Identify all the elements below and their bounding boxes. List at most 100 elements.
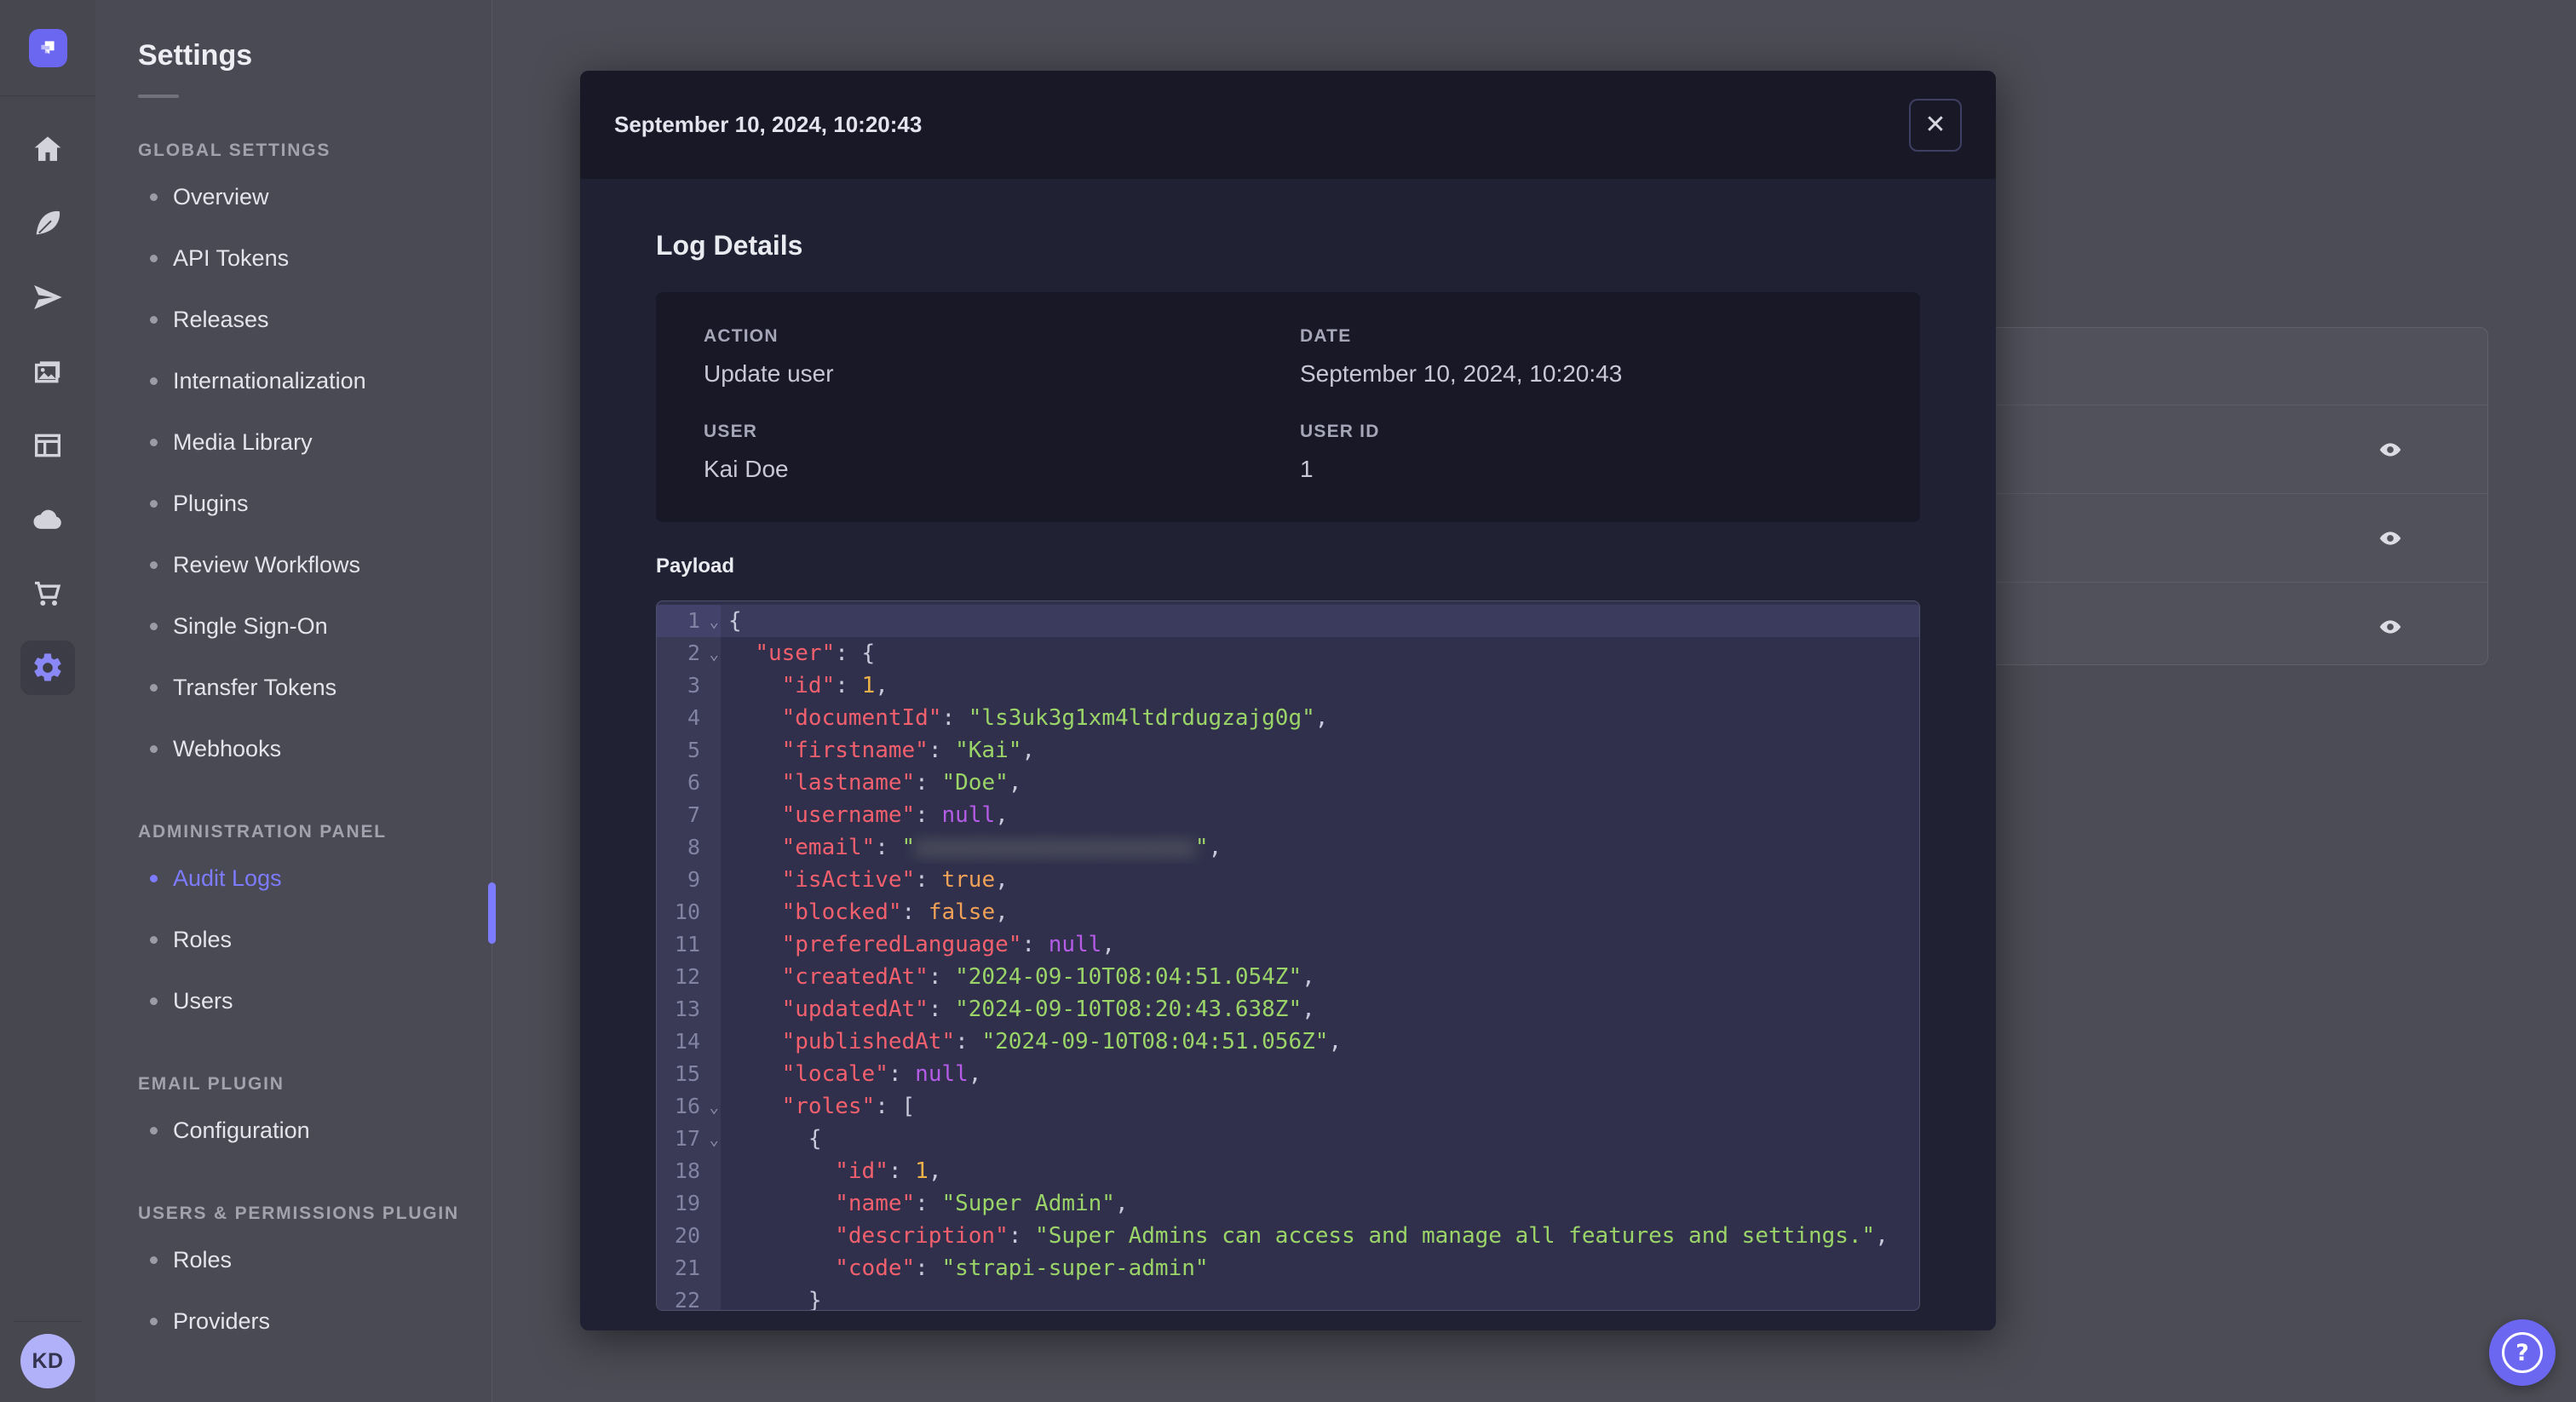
fold-chevron-icon[interactable]: ⌄ [710,638,719,670]
code-text: "description": "Super Admins can access … [835,1223,1889,1249]
code-line: 11 "preferedLanguage": null, [657,928,1919,961]
line-number: 21 [657,1252,721,1284]
sidebar-item-label: Configuration [173,1117,310,1143]
code-line: 21 "code": "strapi-super-admin" [657,1252,1919,1284]
rail-item-marketplace[interactable] [20,566,75,621]
bullet-icon [150,376,158,385]
sidebar-item-roles[interactable]: Roles [95,1229,492,1290]
sidebar-item-users[interactable]: Users [95,970,492,1031]
sidebar-item-label: Roles [173,926,233,952]
workspace-switcher[interactable] [0,0,95,96]
detail-cell: ACTION Update user [704,326,1300,388]
detail-cell: DATE September 10, 2024, 10:20:43 [1300,326,1920,388]
sidebar-item-label: Users [173,987,233,1014]
sidebar-item-review-workflows[interactable]: Review Workflows [95,534,492,595]
rail-item-settings[interactable] [20,641,75,695]
table-row[interactable] [1979,582,2487,671]
code-text: "lastname": "Doe", [781,770,1022,796]
rail-item-home[interactable] [20,122,75,176]
line-number: 2 ⌄ [657,637,721,669]
bullet-icon [150,315,158,324]
code-line: 14 "publishedAt": "2024-09-10T08:04:51.0… [657,1026,1919,1058]
bullet-icon [150,874,158,882]
line-number: 17 ⌄ [657,1123,721,1155]
detail-label: ACTION [704,326,779,346]
detail-label: DATE [1300,326,1352,346]
detail-value: September 10, 2024, 10:20:43 [1300,360,1623,387]
sidebar-item-releases[interactable]: Releases [95,289,492,350]
page-title: Settings [138,39,253,72]
rail-item-builder[interactable] [20,418,75,473]
sidebar-item-label: Overview [173,183,269,210]
gear-icon [34,653,61,681]
line-number: 20 [657,1220,721,1252]
sidebar-item-audit-logs[interactable]: Audit Logs [95,848,492,909]
sidebar-item-label: Roles [173,1246,233,1273]
sidebar-item-single-sign-on[interactable]: Single Sign-On [95,595,492,657]
line-number: 22 [657,1284,721,1310]
close-icon[interactable]: ✕ [1909,98,1962,152]
sidebar-item-label: API Tokens [173,244,290,271]
help-button[interactable]: ? [2489,1319,2556,1386]
sidebar-item-configuration[interactable]: Configuration [95,1100,492,1161]
line-number: 9 [657,864,721,896]
sidebar-item-label: Single Sign-On [173,612,328,639]
sidebar-item-webhooks[interactable]: Webhooks [95,718,492,779]
eye-icon[interactable] [2376,438,2405,462]
fold-chevron-icon[interactable]: ⌄ [710,1091,719,1123]
bullet-icon [150,1255,158,1264]
code-text: "createdAt": "2024-09-10T08:04:51.054Z", [781,964,1315,990]
eye-icon [2379,531,2401,545]
sidebar-item-label: Releases [173,306,269,332]
line-number: 13 [657,993,721,1026]
sidebar-item-transfer-tokens[interactable]: Transfer Tokens [95,657,492,718]
code-text: "id": 1, [835,1158,942,1184]
eye-icon[interactable] [2376,615,2405,639]
detail-cell: USER Kai Doe [704,422,1300,483]
sidebar-item-media-library[interactable]: Media Library [95,411,492,473]
feather-icon [36,210,60,235]
rail-item-release[interactable] [20,270,75,325]
code-line: 13 "updatedAt": "2024-09-10T08:20:43.638… [657,993,1919,1026]
detail-value: Update user [704,360,834,387]
nav-section: ADMINISTRATION PANEL Audit Logs Roles Users [95,822,492,1031]
code-text: "code": "strapi-super-admin" [835,1255,1209,1281]
sidebar-item-internationalization[interactable]: Internationalization [95,350,492,411]
bullet-icon [150,1317,158,1325]
rail-item-cloud[interactable] [20,492,75,547]
rail-item-media[interactable] [20,344,75,399]
bullet-icon [150,438,158,446]
sidebar-item-api-tokens[interactable]: API Tokens [95,227,492,289]
rail-item-content[interactable] [20,196,75,250]
detail-label: USER ID [1300,422,1380,441]
home-icon [34,136,61,161]
eye-icon[interactable] [2376,526,2405,550]
sidebar-item-label: Internationalization [173,367,366,394]
sidebar-item-overview[interactable]: Overview [95,166,492,227]
table-row[interactable] [1979,405,2487,494]
code-line: 18 "id": 1, [657,1155,1919,1187]
line-number: 1 ⌄ [657,605,721,637]
fold-chevron-icon[interactable]: ⌄ [710,1123,719,1156]
sidebar-item-label: Transfer Tokens [173,674,337,700]
detail-cell: USER ID 1 [1300,422,1920,483]
payload-code-editor[interactable]: 1 ⌄{2 ⌄ "user": {3 "id": 1, 4 "documentId":… [656,600,1920,1311]
log-details-heading: Log Details [656,230,803,261]
detail-label: USER [704,422,758,441]
line-number: 12 [657,961,721,993]
sidebar-item-roles[interactable]: Roles [95,909,492,970]
active-item-indicator [488,882,496,944]
fold-chevron-icon[interactable]: ⌄ [710,606,719,638]
table-row[interactable] [1979,493,2487,583]
code-line: 7 "username": null, [657,799,1919,831]
sidebar-item-plugins[interactable]: Plugins [95,473,492,534]
code-text: "preferedLanguage": null, [781,932,1115,957]
code-text: "user": { [755,641,876,666]
sidebar-item-providers[interactable]: Providers [95,1290,492,1352]
line-number: 7 [657,799,721,831]
sidebar-item-label: Webhooks [173,735,282,761]
code-text: { [728,608,742,634]
code-line: 2 ⌄ "user": { [657,637,1919,669]
cloud-icon [33,509,61,529]
avatar[interactable]: KD [20,1334,75,1388]
